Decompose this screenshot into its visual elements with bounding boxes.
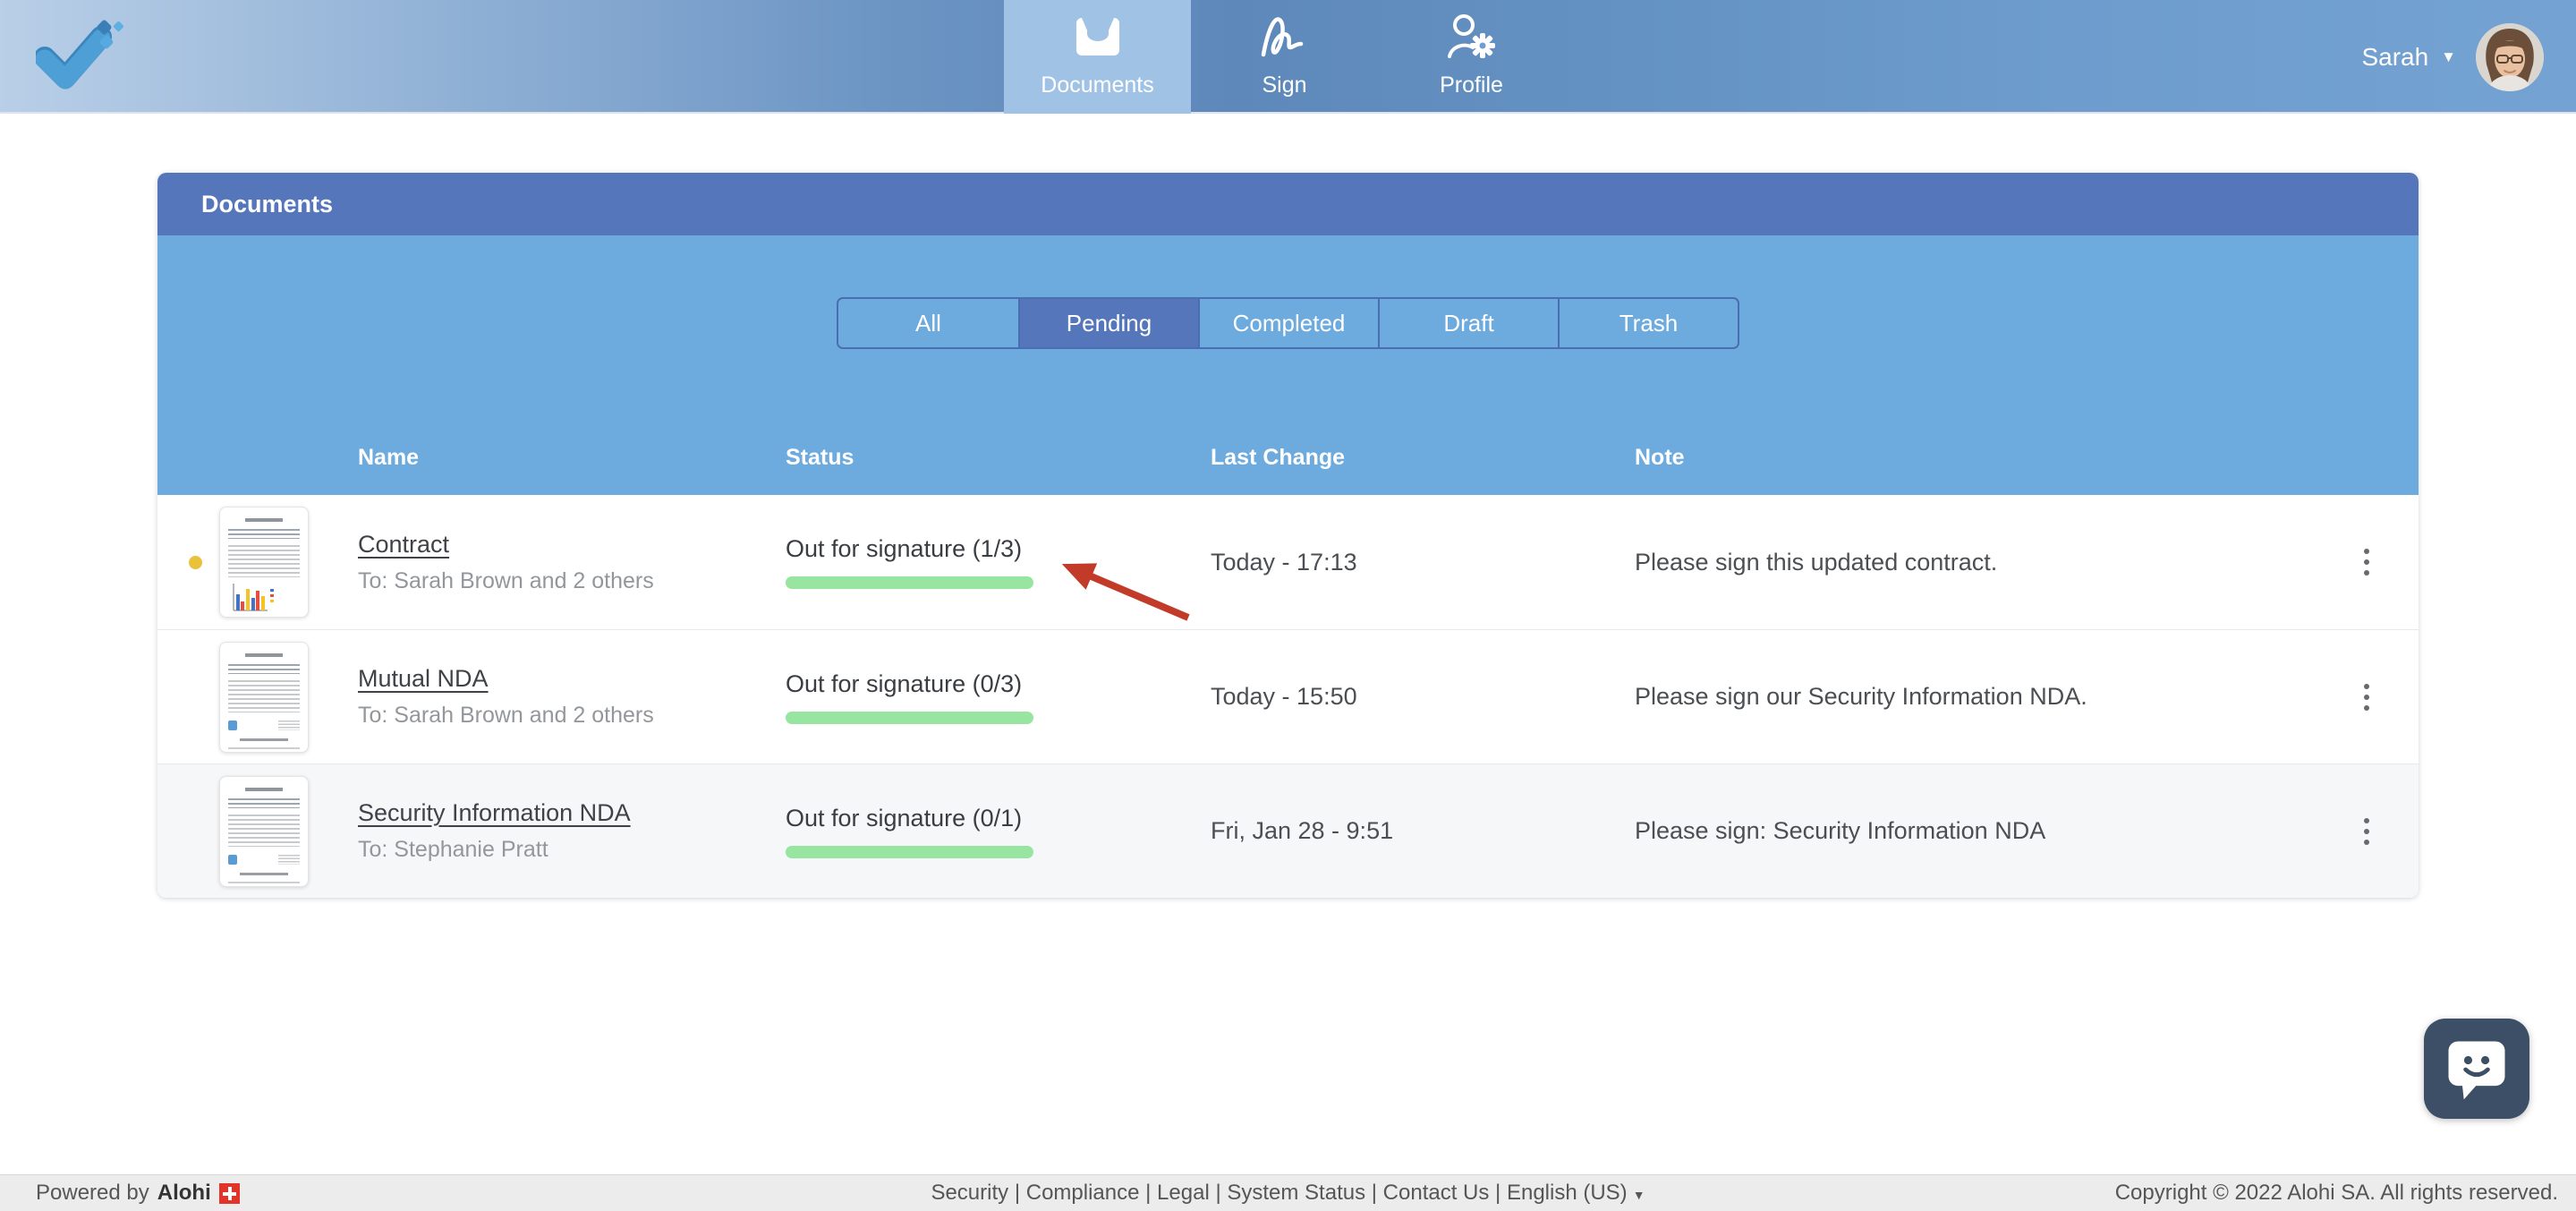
filter-all[interactable]: All [838, 299, 1018, 347]
last-change: Today - 15:50 [1211, 683, 1357, 710]
document-thumbnail[interactable] [219, 507, 309, 618]
app-root: Documents Sign Profile Sarah ▼ Documents… [0, 0, 2576, 1211]
nav-tabs: Documents Sign Profile [1004, 0, 1565, 114]
footer-powered-by: Powered by Alohi [36, 1181, 240, 1206]
column-header-last-change: Last Change [1211, 445, 1346, 470]
column-header-name: Name [358, 445, 420, 470]
footer: Powered by Alohi Security | Compliance |… [0, 1174, 2576, 1211]
table-row: Security Information NDA To: Stephanie P… [157, 763, 2419, 898]
document-name-link[interactable]: Mutual NDA [358, 665, 489, 693]
document-recipients: To: Stephanie Pratt [358, 837, 548, 862]
footer-separator: | [1008, 1181, 1026, 1205]
footer-separator: | [1365, 1181, 1383, 1205]
row-menu-button[interactable] [2355, 540, 2378, 584]
column-header-note: Note [1635, 445, 1685, 470]
tab-documents[interactable]: Documents [1004, 0, 1191, 114]
footer-separator: | [1209, 1181, 1228, 1205]
document-thumbnail[interactable] [219, 775, 309, 887]
language-selector[interactable]: English (US) ▼ [1507, 1181, 1645, 1206]
progress-bar [786, 711, 1033, 724]
progress-bar [786, 845, 1033, 858]
powered-by-text: Powered by [36, 1181, 149, 1205]
copyright-text: Copyright © 2022 Alohi SA. All rights re… [2114, 1181, 2558, 1205]
unread-dot [189, 555, 202, 569]
documents-table: Contract To: Sarah Brown and 2 others Ou… [157, 495, 2419, 898]
user-menu[interactable]: Sarah ▼ [2361, 0, 2544, 114]
last-change: Fri, Jan 28 - 9:51 [1211, 817, 1394, 844]
language-caret-icon: ▼ [1632, 1188, 1645, 1202]
tab-label: Documents [1041, 72, 1154, 98]
thumbnail-text-preview [220, 720, 308, 752]
note-text: Please sign: Security Information NDA [1635, 817, 2046, 844]
filter-trash[interactable]: Trash [1558, 299, 1738, 347]
filter-tabs: All Pending Completed Draft Trash [837, 297, 1739, 349]
filter-completed[interactable]: Completed [1198, 299, 1378, 347]
footer-link[interactable]: Legal [1157, 1181, 1210, 1206]
documents-panel: Documents All Pending Completed Draft Tr… [157, 173, 2419, 898]
document-recipients: To: Sarah Brown and 2 others [358, 567, 654, 593]
status-text: Out for signature (1/3) [786, 535, 1023, 562]
app-logo-checkmark-icon[interactable] [36, 20, 125, 93]
last-change: Today - 17:13 [1211, 548, 1357, 576]
footer-links: Security | Compliance | Legal | System S… [931, 1181, 1645, 1206]
filter-pending[interactable]: Pending [1018, 299, 1198, 347]
document-name-link[interactable]: Security Information NDA [358, 799, 631, 827]
status-text: Out for signature (0/3) [786, 669, 1023, 697]
footer-link[interactable]: Security [931, 1181, 1008, 1206]
chevron-down-icon: ▼ [2441, 47, 2456, 65]
footer-separator: | [1139, 1181, 1158, 1205]
footer-link[interactable]: System Status [1227, 1181, 1365, 1206]
tab-sign[interactable]: Sign [1191, 0, 1378, 114]
thumbnail-text-preview [220, 854, 308, 886]
document-name-link[interactable]: Contract [358, 531, 449, 559]
column-header-status: Status [786, 445, 854, 470]
table-header: Name Status Last Change Note [157, 421, 2419, 495]
tab-profile[interactable]: Profile [1378, 0, 1565, 114]
thumbnail-report-preview [220, 518, 308, 616]
user-name: Sarah [2361, 42, 2429, 71]
filter-draft[interactable]: Draft [1378, 299, 1558, 347]
panel-header: Documents [157, 173, 2419, 235]
row-menu-button[interactable] [2355, 675, 2378, 720]
page-title: Documents [201, 190, 334, 217]
progress-bar [786, 576, 1033, 589]
table-row: Contract To: Sarah Brown and 2 others Ou… [157, 495, 2419, 629]
footer-separator: | [1489, 1181, 1507, 1205]
avatar[interactable] [2476, 22, 2544, 91]
status-text: Out for signature (0/1) [786, 804, 1023, 831]
brand-name[interactable]: Alohi [157, 1181, 211, 1206]
document-recipients: To: Sarah Brown and 2 others [358, 703, 654, 728]
thumbnail-report-preview [220, 787, 308, 847]
footer-link[interactable]: Contact Us [1383, 1181, 1490, 1206]
inbox-icon [1075, 12, 1121, 62]
signature-icon [1260, 12, 1310, 62]
chat-widget-button[interactable] [2424, 1019, 2529, 1119]
note-text: Please sign our Security Information NDA… [1635, 683, 2087, 710]
document-thumbnail[interactable] [219, 641, 309, 753]
table-row: Mutual NDA To: Sarah Brown and 2 others … [157, 629, 2419, 763]
chat-smiley-icon [2448, 1041, 2505, 1100]
note-text: Please sign this updated contract. [1635, 548, 1998, 576]
top-nav: Documents Sign Profile Sarah ▼ [0, 0, 2576, 114]
row-menu-button[interactable] [2355, 809, 2378, 854]
footer-link[interactable]: Compliance [1026, 1181, 1140, 1206]
thumbnail-report-preview [220, 652, 308, 712]
swiss-flag-icon [218, 1182, 240, 1204]
tab-label: Profile [1440, 72, 1503, 98]
panel-toolbar: All Pending Completed Draft Trash Name S… [157, 235, 2419, 495]
profile-gear-icon [1446, 12, 1498, 62]
tab-label: Sign [1262, 72, 1307, 98]
